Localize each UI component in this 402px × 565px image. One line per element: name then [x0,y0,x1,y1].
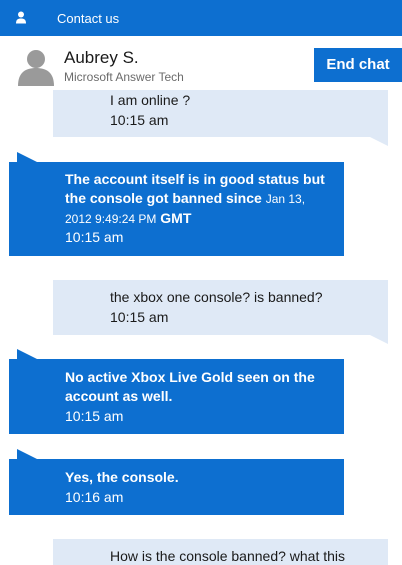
message-text: How is the console banned? what this [110,548,346,564]
message-time: 10:15 am [65,229,124,245]
message-text: the xbox one console? is banned? [110,289,323,305]
agent-role: Microsoft Answer Tech [64,70,184,84]
user-message: I am online ? 10:15 am [53,90,388,146]
chat-window: Contact us Aubrey S. Microsoft Answer Te… [0,0,402,565]
agent-message: No active Xbox Live Gold seen on the acc… [9,349,344,434]
message-time: 10:15 am [65,408,124,424]
avatar-placeholder-icon [18,50,54,86]
message-list[interactable]: I am online ? 10:15 am The account itsel… [0,90,402,565]
end-chat-button[interactable]: End chat [314,48,402,82]
agent-message: Yes, the console. 10:16 am [9,449,344,515]
message-time: 10:16 am [65,489,124,505]
bubble-tail [368,136,388,146]
message-text: Yes, the console. [65,469,179,485]
agent-name: Aubrey S. [64,48,139,67]
message-time: 10:15 am [110,112,169,128]
message-text: The account itself is in good status but… [65,170,335,229]
user-message: the xbox one console? is banned? 10:15 a… [53,280,388,344]
message-time: 10:15 am [110,309,169,325]
title-bar: Contact us [0,0,402,36]
message-text: I am online ? [110,92,191,108]
window-title: Contact us [57,11,120,26]
bubble-tail [368,334,388,344]
person-icon [16,11,26,24]
message-text: No active Xbox Live Gold seen on the acc… [65,369,315,404]
agent-message: The account itself is in good status but… [9,152,344,256]
message-text-part2: GMT [160,210,192,226]
user-message: How is the console banned? what this [53,539,388,565]
